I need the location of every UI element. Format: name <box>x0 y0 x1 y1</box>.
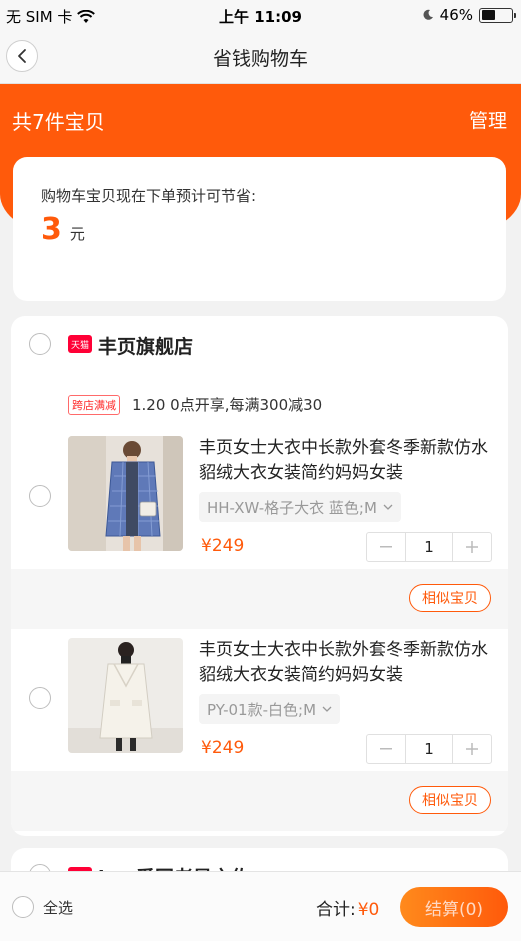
chevron-down-icon <box>383 504 393 510</box>
sku-label: PY-01款-白色;M <box>207 700 317 719</box>
decrement-button[interactable] <box>367 533 405 561</box>
shop-card: 天猫 丰页旗舰店 跨店满减 1.20 0点开享,每满300减30 丰页女士大衣中… <box>11 316 508 836</box>
battery-icon <box>479 7 516 23</box>
sku-selector[interactable]: PY-01款-白色;M <box>199 694 341 724</box>
item-title[interactable]: 丰页女士大衣中长款外套冬季新款仿水貂绒大衣女装简约妈妈女装 <box>199 436 499 486</box>
tmall-badge: 天猫 <box>68 335 92 353</box>
savings-amount: 3 元 <box>41 212 85 247</box>
checkout-button[interactable]: 结算(0) <box>400 887 508 927</box>
shop-header[interactable]: 天猫 丰页旗舰店 <box>11 316 508 376</box>
item-price: ¥249 <box>201 536 245 556</box>
increment-button[interactable] <box>453 533 491 561</box>
select-all-radio[interactable] <box>12 896 34 918</box>
item-select-radio[interactable] <box>29 687 51 709</box>
total-summary: 合计: ¥0 <box>316 895 379 920</box>
minus-icon <box>380 546 392 548</box>
cart-count: 共7件宝贝 <box>12 110 105 134</box>
shop-name[interactable]: 丰页旗舰店 <box>98 332 193 359</box>
product-photo-blue-coat <box>68 436 183 551</box>
nav-bar: 省钱购物车 <box>0 30 521 84</box>
cart-item[interactable]: 丰页女士大衣中长款外套冬季新款仿水貂绒大衣女装简约妈妈女装 PY-01款-白色;… <box>11 638 508 778</box>
cart-item[interactable]: 丰页女士大衣中长款外套冬季新款仿水貂绒大衣女装简约妈妈女装 HH-XW-格子大衣… <box>11 436 508 576</box>
promo-row[interactable]: 跨店满减 1.20 0点开享,每满300减30 <box>68 394 322 415</box>
promo-tag: 跨店满减 <box>68 394 120 415</box>
similar-items-button[interactable]: 相似宝贝 <box>409 584 491 612</box>
similar-row: 相似宝贝 <box>11 569 508 629</box>
shop-select-radio[interactable] <box>29 333 51 355</box>
promo-text: 1.20 0点开享,每满300减30 <box>132 396 323 414</box>
item-title[interactable]: 丰页女士大衣中长款外套冬季新款仿水貂绒大衣女装简约妈妈女装 <box>199 638 499 688</box>
savings-unit: 元 <box>69 225 85 243</box>
battery-percent: 46% <box>439 6 473 24</box>
item-select-radio[interactable] <box>29 485 51 507</box>
quantity-value[interactable]: 1 <box>405 735 453 763</box>
savings-number: 3 <box>41 212 62 247</box>
item-price: ¥249 <box>201 738 245 758</box>
quantity-stepper: 1 <box>366 734 492 764</box>
similar-items-button[interactable]: 相似宝贝 <box>409 786 491 814</box>
quantity-stepper: 1 <box>366 532 492 562</box>
cart-header: 共7件宝贝 管理 <box>0 84 521 156</box>
page-title: 省钱购物车 <box>212 48 308 70</box>
select-all-label[interactable]: 全选 <box>43 897 73 918</box>
savings-label: 购物车宝贝现在下单预计可节省: <box>41 187 257 205</box>
plus-icon <box>466 743 478 755</box>
similar-row: 相似宝贝 <box>11 771 508 831</box>
total-amount: ¥0 <box>357 900 380 920</box>
product-image[interactable] <box>68 436 183 551</box>
sku-selector[interactable]: HH-XW-格子大衣 蓝色;M <box>199 492 401 522</box>
moon-icon <box>423 9 433 20</box>
status-bar: 无 SIM 卡 上午 11:09 46% <box>0 0 521 30</box>
checkout-bar: 全选 合计: ¥0 结算(0) <box>0 871 521 941</box>
status-right: 46% <box>422 6 516 24</box>
increment-button[interactable] <box>453 735 491 763</box>
minus-icon <box>380 748 392 750</box>
total-label: 合计: <box>316 900 356 920</box>
chevron-down-icon <box>322 706 332 712</box>
decrement-button[interactable] <box>367 735 405 763</box>
sku-label: HH-XW-格子大衣 蓝色;M <box>207 498 377 517</box>
quantity-value[interactable]: 1 <box>405 533 453 561</box>
plus-icon <box>466 541 478 553</box>
savings-card: 购物车宝贝现在下单预计可节省: 3 元 <box>13 157 506 301</box>
manage-button[interactable]: 管理 <box>469 106 507 133</box>
product-image[interactable] <box>68 638 183 753</box>
product-photo-white-coat <box>68 638 183 753</box>
